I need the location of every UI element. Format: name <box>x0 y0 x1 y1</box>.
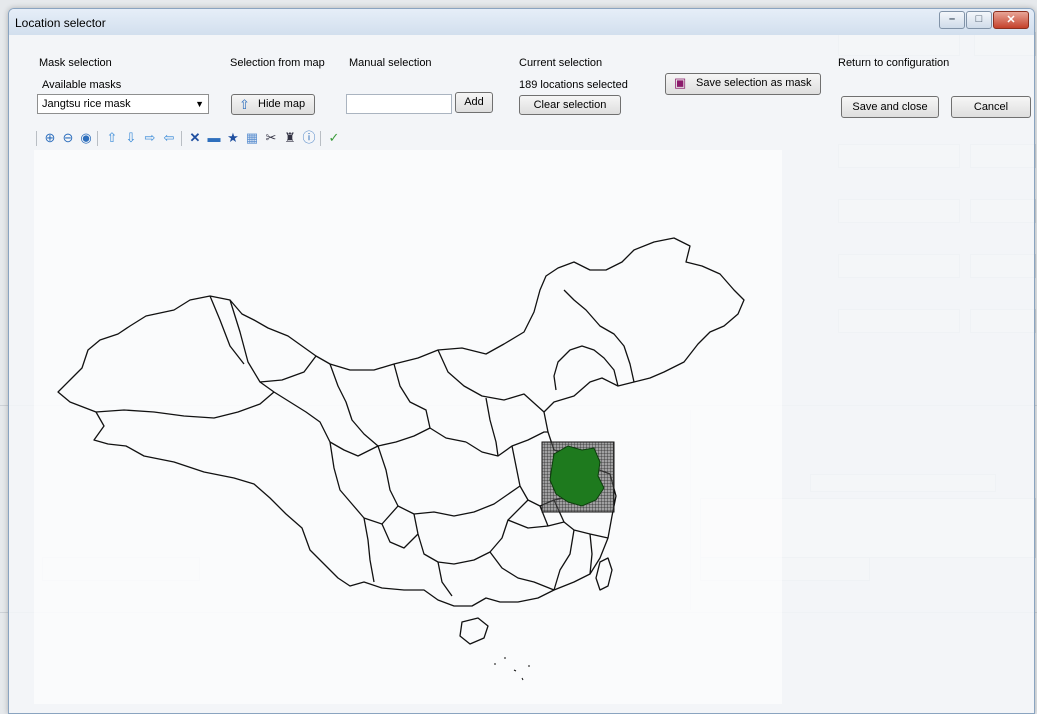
province-line <box>259 355 317 383</box>
province-line <box>329 363 379 447</box>
province-line <box>437 561 453 597</box>
info-icon[interactable]: ⓘ <box>301 130 317 146</box>
toolbar-separator <box>36 131 37 146</box>
pan-right-icon[interactable]: ⇨ <box>142 130 158 146</box>
save-mask-label: Save selection as mask <box>696 77 812 89</box>
toolbar-separator <box>320 131 321 146</box>
province-line <box>381 523 419 549</box>
map-panel[interactable] <box>34 150 782 704</box>
hainan-outline <box>459 617 489 645</box>
taiwan-outline <box>595 557 613 591</box>
zoom-in-icon[interactable]: ⊕ <box>42 130 58 146</box>
clear-selection-button[interactable]: Clear selection <box>519 95 621 115</box>
window-title: Location selector <box>15 16 106 30</box>
add-button[interactable]: Add <box>455 92 493 113</box>
favorite-icon[interactable]: ★ <box>225 130 241 146</box>
zoom-extent-icon[interactable]: ◉ <box>78 130 94 146</box>
toolbar-separator <box>181 131 182 146</box>
province-line <box>589 533 593 575</box>
province-line <box>329 441 399 525</box>
toolbar-separator <box>97 131 98 146</box>
cancel-button[interactable]: Cancel <box>951 96 1031 118</box>
arrow-up-icon: ⇧ <box>239 97 250 112</box>
province-line <box>393 363 467 443</box>
mask-select-value: Jangtsu rice mask <box>42 98 131 110</box>
pan-down-icon[interactable]: ⇩ <box>123 130 139 146</box>
china-map[interactable] <box>34 150 782 704</box>
close-button[interactable]: ✕ <box>993 11 1029 29</box>
identify-icon[interactable]: ♜ <box>282 130 298 146</box>
province-line <box>95 391 275 419</box>
maximize-icon: □ <box>975 13 983 25</box>
province-line <box>229 299 331 443</box>
chevron-down-icon: ▼ <box>195 99 204 109</box>
save-and-close-button[interactable]: Save and close <box>841 96 939 118</box>
floppy-disk-icon: ▣ <box>674 75 687 90</box>
hide-map-button[interactable]: ⇧ Hide map <box>231 94 315 115</box>
province-line <box>377 445 521 517</box>
selection-from-map-label: Selection from map <box>230 57 325 69</box>
manual-location-input[interactable] <box>346 94 452 114</box>
minimize-icon: – <box>948 13 956 25</box>
province-line <box>563 289 635 383</box>
province-line <box>485 397 499 457</box>
return-to-configuration-label: Return to configuration <box>838 57 950 69</box>
minimize-button[interactable]: – <box>939 11 965 29</box>
selection-count: 189 locations selected <box>519 79 628 91</box>
pan-up-icon[interactable]: ⇧ <box>104 130 120 146</box>
mask-selection-label: Mask selection <box>39 57 112 69</box>
close-icon: ✕ <box>1006 14 1016 26</box>
manual-selection-label: Manual selection <box>349 57 432 69</box>
select-rectangle-icon[interactable]: ▬ <box>206 130 222 146</box>
country-outline <box>57 237 745 607</box>
title-bar: Location selector – □ ✕ <box>9 9 1034 35</box>
maximize-button[interactable]: □ <box>966 11 992 29</box>
province-line <box>553 345 619 391</box>
confirm-icon[interactable]: ✓ <box>326 130 342 146</box>
province-line <box>507 519 609 539</box>
province-line <box>465 431 548 457</box>
pan-left-icon[interactable]: ⇦ <box>161 130 177 146</box>
zoom-out-icon[interactable]: ⊖ <box>60 130 76 146</box>
province-line <box>413 499 529 565</box>
province-line <box>489 551 555 591</box>
province-line <box>363 517 375 583</box>
current-selection-label: Current selection <box>519 57 603 69</box>
mask-select[interactable]: Jangtsu rice mask ▼ <box>37 94 209 114</box>
province-line <box>437 349 545 413</box>
available-masks-label: Available masks <box>42 79 122 91</box>
islands <box>494 657 530 681</box>
save-selection-as-mask-button[interactable]: ▣ Save selection as mask <box>665 73 821 95</box>
hide-map-label: Hide map <box>258 98 306 110</box>
table-icon[interactable]: ▦ <box>244 130 260 146</box>
cut-icon[interactable]: ✂ <box>263 130 279 146</box>
delete-icon[interactable]: ✕ <box>187 130 203 146</box>
province-line <box>553 529 575 591</box>
